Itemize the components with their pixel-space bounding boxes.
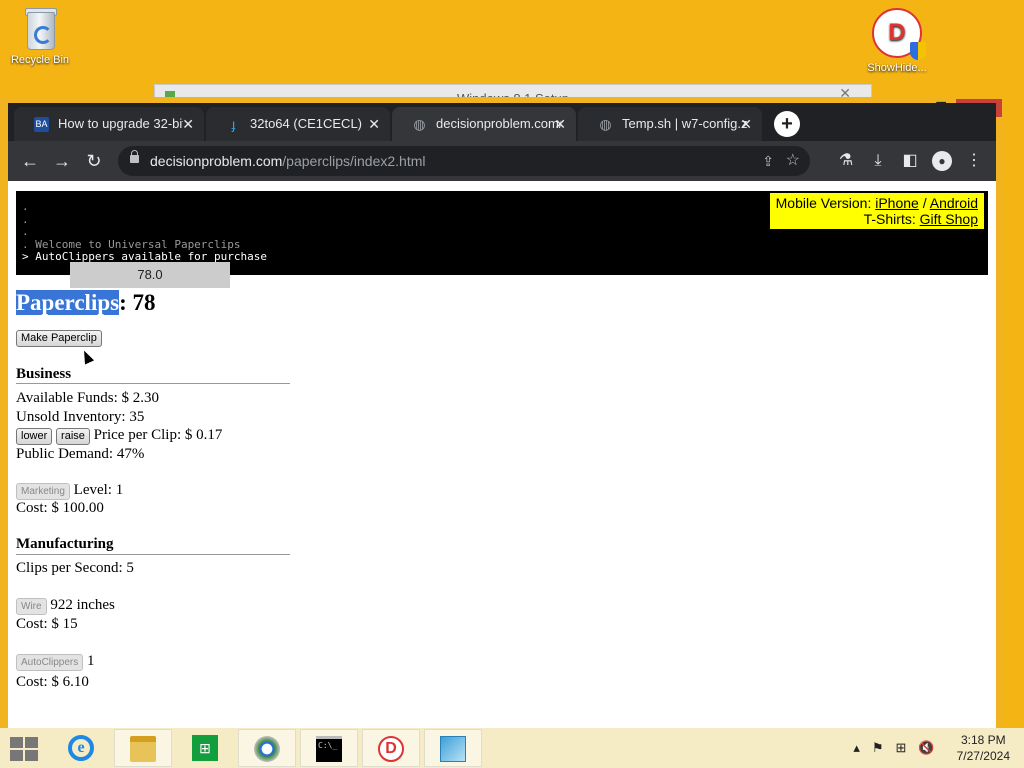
recycle-bin-icon	[25, 6, 57, 50]
tab-32to64[interactable]: ɟ 32to64 (CE1CECL) ✕	[206, 107, 390, 141]
bird-icon: ɟ	[231, 116, 236, 132]
wire-amount: 922 inches	[50, 597, 115, 613]
tab-temp-sh[interactable]: ◍ Temp.sh | w7-config.zi ✕	[578, 107, 762, 141]
price-per-clip: Price per Clip: $ 0.17	[93, 427, 223, 443]
menu-kebab-icon[interactable]: ⋮	[962, 149, 986, 173]
clips-per-second: Clips per Second: 5	[16, 560, 134, 576]
taskbar-chrome[interactable]	[238, 729, 296, 767]
promo-box: Mobile Version: iPhone / Android T-Shirt…	[769, 193, 984, 229]
taskbar-file-explorer[interactable]	[114, 729, 172, 767]
autoclippers-count: 1	[87, 653, 95, 669]
start-button[interactable]	[0, 729, 48, 767]
windows-logo-icon	[10, 737, 38, 761]
globe-icon: ◍	[599, 116, 612, 132]
showhide-app-icon: D	[872, 8, 926, 60]
chrome-icon	[254, 736, 280, 762]
labs-flask-icon[interactable]: ⚗	[834, 149, 858, 173]
url-path: /paperclips/index2.html	[282, 153, 426, 169]
store-icon: ⊞	[192, 735, 218, 761]
reload-icon[interactable]: ↻	[82, 149, 106, 173]
showhide-shortcut[interactable]: D ShowHide...	[857, 8, 937, 74]
business-divider	[16, 383, 290, 384]
web-page: .... Welcome to Universal Paperclips > Au…	[8, 181, 996, 730]
forward-arrow-icon[interactable]: →	[50, 149, 74, 173]
tab-close-icon[interactable]: ✕	[182, 107, 194, 141]
marketing-button[interactable]: Marketing	[16, 483, 70, 500]
gift-shop-link[interactable]: Gift Shop	[920, 211, 978, 227]
taskbar-store[interactable]: ⊞	[176, 729, 234, 767]
tab-close-icon[interactable]: ✕	[368, 107, 380, 141]
available-funds: Available Funds: $ 2.30	[16, 390, 160, 406]
new-tab-button[interactable]: +	[774, 111, 800, 137]
tab-decisionproblem[interactable]: ◍ decisionproblem.com/ ✕	[392, 107, 576, 141]
paperclips-label: Paperclips	[16, 290, 120, 315]
showhide-label: ShowHide...	[867, 62, 927, 74]
recycle-bin-label: Recycle Bin	[10, 54, 70, 66]
bookmark-star-icon[interactable]: ☆	[786, 146, 800, 176]
tab-favicon: BA	[34, 117, 49, 132]
autoclippers-button[interactable]: AutoClippers	[16, 654, 84, 671]
autoclippers-cost: Cost: $ 6.10	[16, 674, 89, 690]
command-prompt-icon: C:\_	[316, 736, 342, 762]
recycle-bin-shortcut[interactable]: Recycle Bin	[0, 6, 80, 66]
business-heading: Business	[16, 366, 72, 382]
console-lines: .... Welcome to Universal Paperclips > Au…	[22, 200, 268, 263]
url-host: decisionproblem.com	[150, 153, 283, 169]
raise-price-button[interactable]: raise	[56, 428, 90, 445]
tab-title: decisionproblem.com/	[436, 116, 561, 131]
tab-close-icon[interactable]: ✕	[554, 107, 566, 141]
tab-upgrade-guide[interactable]: BA How to upgrade 32-bit ✕	[14, 107, 204, 141]
folder-icon	[130, 736, 156, 762]
network-icon[interactable]: ⊞	[896, 740, 907, 756]
tab-close-icon[interactable]: ✕	[740, 107, 752, 141]
buy-wire-button[interactable]: Wire	[16, 598, 47, 615]
clip-count-tooltip: 78.0	[70, 262, 230, 288]
taskbar-showhide[interactable]: D	[362, 729, 420, 767]
public-demand: Public Demand: 47%	[16, 446, 145, 462]
taskbar-command-prompt[interactable]: C:\_	[300, 729, 358, 767]
marketing-level: Level: 1	[73, 482, 124, 498]
showhide-taskbar-icon: D	[378, 736, 404, 762]
side-panel-icon[interactable]: ◧	[898, 149, 922, 173]
profile-avatar-icon[interactable]: ●	[932, 151, 952, 171]
clock[interactable]: 3:18 PM 7/27/2024	[957, 732, 1010, 764]
browser-toolbar: ← → ↻ decisionproblem.com/paperclips/ind…	[8, 141, 996, 181]
back-arrow-icon[interactable]: ←	[18, 149, 42, 173]
tab-title: How to upgrade 32-bit	[58, 116, 183, 131]
download-icon[interactable]: ⤓	[866, 149, 890, 173]
tab-title: Temp.sh | w7-config.zi	[622, 116, 747, 131]
uac-shield-icon	[910, 42, 926, 60]
paperclip-counter: Paperclips: 78	[16, 290, 156, 316]
make-paperclip-button[interactable]: Make Paperclip	[16, 330, 102, 347]
clock-time: 3:18 PM	[960, 733, 1006, 747]
clock-date: 7/27/2024	[956, 749, 1010, 763]
system-tray: ▴ ⚑ ⊞ 🔇 3:18 PM 7/27/2024	[853, 728, 1010, 768]
globe-icon: ◍	[413, 116, 426, 132]
paperclips-value: : 78	[119, 290, 156, 315]
taskbar-internet-explorer[interactable]: e	[52, 729, 110, 767]
manufacturing-heading: Manufacturing	[16, 536, 114, 552]
internet-explorer-icon: e	[68, 735, 94, 761]
manufacturing-divider	[16, 554, 290, 555]
volume-muted-icon[interactable]: 🔇	[918, 740, 934, 756]
share-icon[interactable]: ⇪	[762, 146, 774, 176]
tab-strip: BA How to upgrade 32-bit ✕ ɟ 32to64 (CE1…	[8, 103, 996, 141]
browser-window: — ❐ ✕ BA How to upgrade 32-bit ✕ ɟ 32to6…	[0, 97, 1004, 730]
marketing-cost: Cost: $ 100.00	[16, 500, 104, 516]
setup-app-taskbar-icon	[440, 736, 466, 762]
action-center-flag-icon[interactable]: ⚑	[872, 740, 884, 756]
address-bar[interactable]: decisionproblem.com/paperclips/index2.ht…	[118, 146, 810, 176]
lower-price-button[interactable]: lower	[16, 428, 53, 445]
iphone-link[interactable]: iPhone	[875, 195, 919, 211]
taskbar: e ⊞ C:\_ D ▴ ⚑ ⊞ 🔇 3:18 PM 7/27/2024	[0, 728, 1024, 768]
wire-cost: Cost: $ 15	[16, 616, 78, 632]
tab-title: 32to64 (CE1CECL)	[250, 116, 362, 131]
unsold-inventory: Unsold Inventory: 35	[16, 409, 145, 425]
show-hidden-icons-chevron-icon[interactable]: ▴	[853, 740, 860, 756]
taskbar-setup-app[interactable]	[424, 729, 482, 767]
android-link[interactable]: Android	[930, 195, 978, 211]
lock-icon	[130, 150, 139, 163]
